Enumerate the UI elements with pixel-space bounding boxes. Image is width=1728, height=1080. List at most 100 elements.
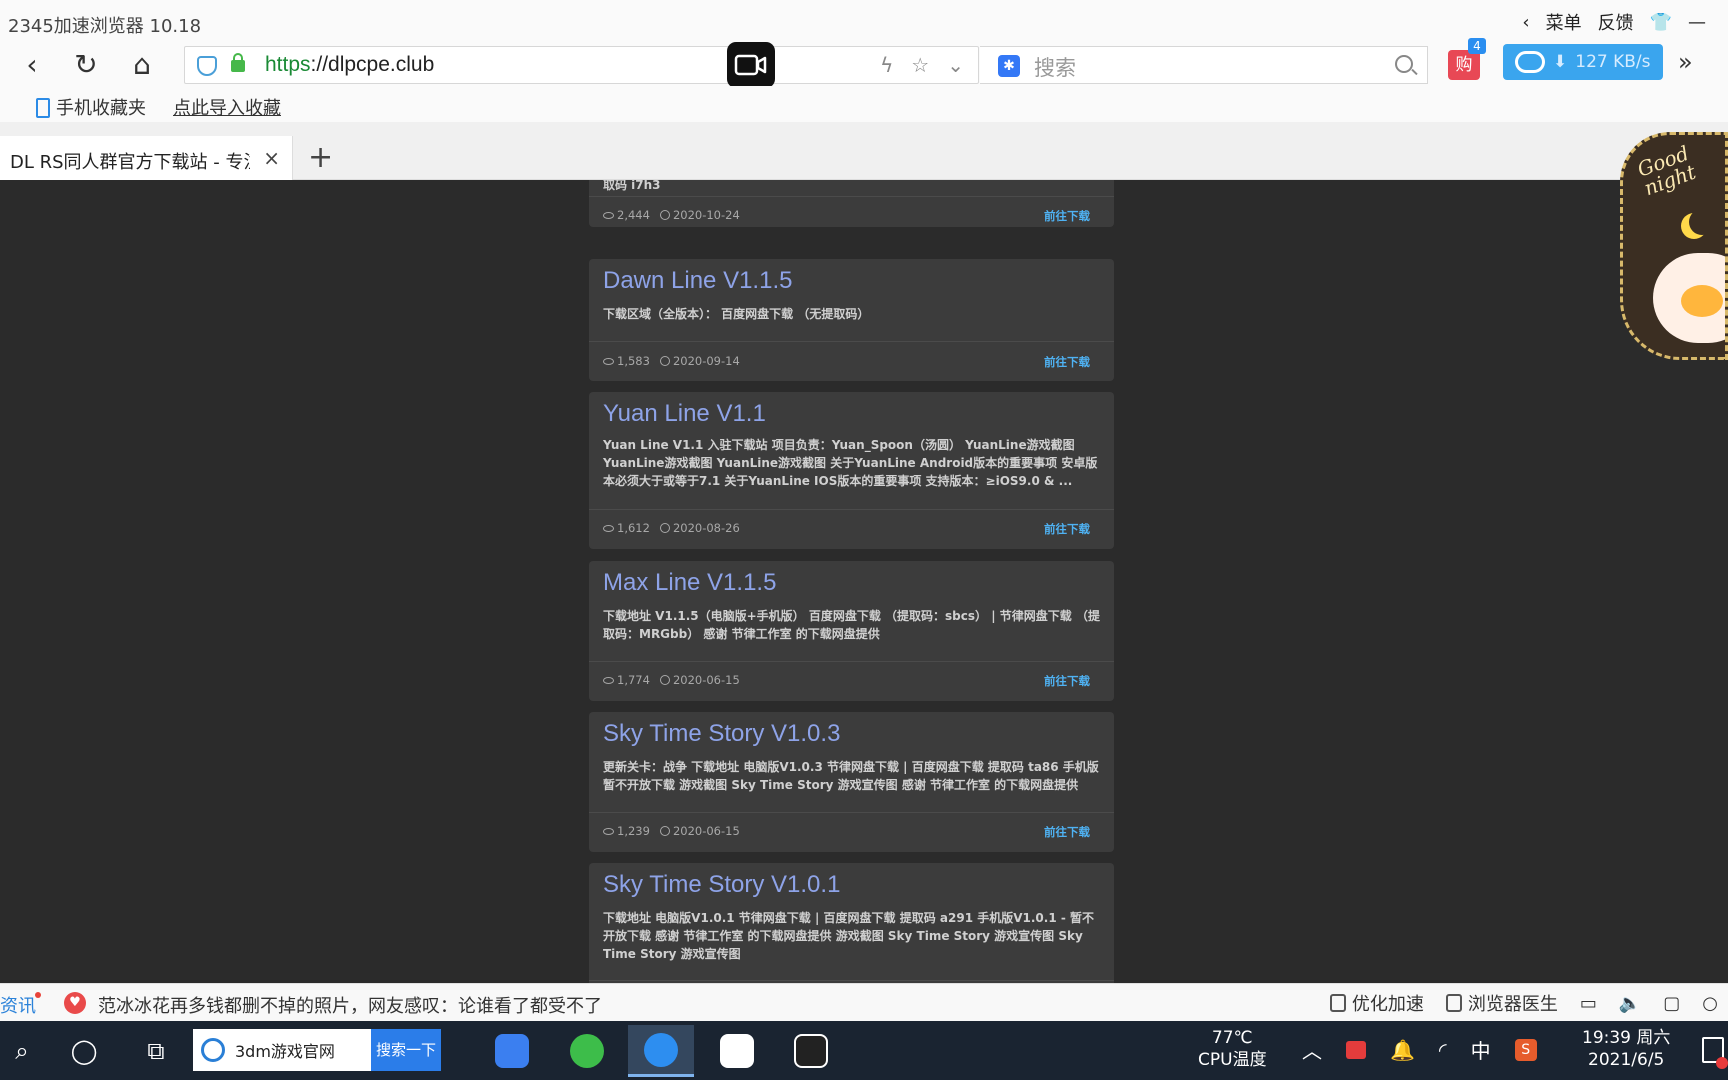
eye-icon: [603, 212, 614, 219]
screen-record-icon[interactable]: [727, 42, 775, 88]
lightning-icon[interactable]: ϟ: [880, 53, 893, 77]
minimize-button[interactable]: —: [1688, 12, 1706, 33]
download-link[interactable]: 前往下载: [1044, 824, 1090, 840]
download-link[interactable]: 前往下载: [1044, 673, 1090, 689]
download-speed: 127 KB/s: [1575, 52, 1651, 72]
new-tab-button[interactable]: +: [308, 140, 333, 175]
back-button[interactable]: ‹: [14, 46, 50, 82]
menu-button[interactable]: 菜单: [1546, 9, 1582, 35]
taskbar-app-2345-browser[interactable]: [628, 1025, 694, 1077]
post-card: Yuan Line V1.1 Yuan Line V1.1 入驻下载站 项目负责…: [589, 392, 1114, 549]
news-tag[interactable]: 资讯: [0, 992, 36, 1018]
task-view-icon[interactable]: ⧉: [134, 1029, 178, 1073]
eye-icon: [603, 828, 614, 835]
search-icon[interactable]: [1395, 55, 1413, 73]
view-count: 1,583: [617, 354, 650, 368]
windows-taskbar: ⌕ ◯ ⧉ 3dm游戏官网 搜索一下 77℃ CPU温度 ︿ 🔔 ◜ 中 S 1…: [0, 1021, 1728, 1080]
divider: [589, 661, 1114, 662]
chevron-left-icon[interactable]: ‹: [1522, 12, 1529, 33]
record-tray-icon[interactable]: [1346, 1040, 1366, 1059]
post-title[interactable]: Sky Time Story V1.0.3: [603, 720, 840, 748]
download-arrow-icon: ⬇: [1553, 52, 1568, 72]
system-tray: ︿ 🔔 ◜ 中 S: [1302, 1035, 1537, 1064]
good-night-sticker[interactable]: Good night: [1620, 132, 1728, 360]
chevron-up-icon[interactable]: ︿: [1302, 1035, 1322, 1064]
vr-icon[interactable]: ▭: [1580, 993, 1597, 1014]
phone-icon: [36, 98, 50, 118]
navigation-bar: ‹ ↻ ⌂ https://dlpcpe.club ϟ ☆ ⌄ ✱ 搜索 购 4…: [0, 38, 1728, 86]
volume-icon[interactable]: 🔈: [1619, 993, 1641, 1014]
taskbar-app-baidu-netdisk[interactable]: [704, 1025, 770, 1077]
notification-badge: [1716, 1057, 1728, 1069]
post-date: 2020-09-14: [672, 354, 740, 368]
star-icon[interactable]: ☆: [911, 53, 929, 77]
download-link[interactable]: 前往下载: [1044, 521, 1090, 537]
url-text[interactable]: https://dlpcpe.club: [265, 53, 434, 77]
ime-indicator[interactable]: 中: [1471, 1035, 1491, 1064]
eye-icon: [603, 525, 614, 532]
taskbar-app-recorder[interactable]: [778, 1025, 844, 1077]
sticker-text: Good night: [1634, 140, 1699, 201]
window-icon[interactable]: ▢: [1663, 993, 1680, 1014]
more-icon[interactable]: »: [1678, 48, 1693, 76]
post-title[interactable]: Sky Time Story V1.0.1: [603, 871, 840, 899]
close-icon[interactable]: ×: [263, 146, 280, 170]
browser-doctor-button[interactable]: 浏览器医生: [1445, 990, 1558, 1016]
post-card: Sky Time Story V1.0.3 更新关卡：战争 下载地址 电脑版V1…: [589, 712, 1114, 852]
post-title[interactable]: Dawn Line V1.1.5: [603, 267, 792, 295]
taskbar-search-input[interactable]: 3dm游戏官网: [235, 1038, 371, 1062]
address-bar-icons: ϟ ☆ ⌄: [880, 53, 964, 77]
search-icon[interactable]: ⌕: [0, 1029, 44, 1073]
taskbar-app-feishu[interactable]: [479, 1025, 545, 1077]
post-excerpt: 下载区域（全版本）： 百度网盘下载 （无提取码）: [603, 307, 870, 321]
feedback-button[interactable]: 反馈: [1598, 9, 1634, 35]
download-speed-widget[interactable]: ⬇ 127 KB/s: [1503, 44, 1663, 80]
skin-shirt-icon[interactable]: 👕: [1650, 12, 1672, 33]
clock-icon: [659, 826, 670, 836]
divider: [589, 509, 1114, 510]
bell-icon[interactable]: 🔔: [1390, 1038, 1415, 1062]
download-link[interactable]: 前往下载: [1044, 354, 1090, 370]
search-box[interactable]: ✱ 搜索: [980, 46, 1428, 84]
bookmarks-bar: 手机收藏夹 点此导入收藏: [0, 86, 1728, 122]
search-input[interactable]: 搜索: [1034, 52, 1076, 82]
download-link[interactable]: 前往下载: [1044, 208, 1090, 224]
sogou-icon[interactable]: S: [1514, 1038, 1537, 1061]
shield-plus-icon: [1445, 994, 1462, 1012]
shopping-button[interactable]: 购: [1448, 50, 1480, 80]
bookmark-import-link[interactable]: 点此导入收藏: [173, 94, 281, 120]
post-card: Max Line V1.1.5 下载地址 V1.1.5（电脑版+手机版） 百度网…: [589, 561, 1114, 701]
optimize-button[interactable]: 优化加速: [1329, 990, 1424, 1016]
post-card: Sky Time Story V1.0.1 下载地址 电脑版V1.0.1 节律网…: [589, 863, 1114, 983]
wifi-icon[interactable]: ◜: [1439, 1038, 1447, 1062]
address-bar[interactable]: https://dlpcpe.club ϟ ☆ ⌄: [184, 46, 979, 84]
cloud-icon: [1515, 51, 1545, 73]
tab-active[interactable]: DL RS同人群官方下载站 - 专注 ×: [0, 136, 293, 180]
taskbar-search-button[interactable]: 搜索一下: [371, 1029, 441, 1071]
shield-icon: [197, 56, 217, 76]
refresh-button[interactable]: ↻: [68, 46, 104, 82]
bookmark-mobile[interactable]: 手机收藏夹: [36, 94, 146, 120]
post-title[interactable]: Yuan Line V1.1: [603, 400, 766, 428]
home-button[interactable]: ⌂: [124, 46, 160, 82]
divider: [589, 812, 1114, 813]
chat-icon[interactable]: ○: [1702, 993, 1718, 1014]
clock-icon: [659, 356, 670, 366]
news-bar: 资讯 ♥ 范冰冰花再多钱都删不掉的照片，网友感叹：论谁看了都受不了 优化加速 浏…: [0, 983, 1728, 1021]
eye-icon: [603, 677, 614, 684]
page-content: 取码 i7h3 2,444 2020-10-24 前往下载 Dawn Line …: [0, 180, 1728, 983]
taskbar-app-browser-green[interactable]: [554, 1025, 620, 1077]
post-meta: 2,444 2020-10-24: [603, 208, 740, 222]
system-clock[interactable]: 19:39 周六 2021/6/5: [1582, 1027, 1670, 1071]
cpu-temperature[interactable]: 77℃ CPU温度: [1198, 1027, 1267, 1071]
post-title[interactable]: Max Line V1.1.5: [603, 569, 776, 597]
chevron-down-icon[interactable]: ⌄: [947, 53, 964, 77]
moon-icon: [1689, 209, 1715, 235]
post-date: 2020-10-24: [672, 208, 740, 222]
cortana-icon[interactable]: ◯: [62, 1029, 106, 1073]
news-headline[interactable]: 范冰冰花再多钱都删不掉的照片，网友感叹：论谁看了都受不了: [98, 992, 602, 1018]
taskbar-search[interactable]: 3dm游戏官网 搜索一下: [193, 1029, 441, 1071]
clock-icon: [659, 210, 670, 220]
post-meta: 1,583 2020-09-14: [603, 354, 740, 368]
post-excerpt: 更新关卡：战争 下载地址 电脑版V1.0.3 节律网盘下载 | 百度网盘下载 提…: [603, 760, 1099, 792]
